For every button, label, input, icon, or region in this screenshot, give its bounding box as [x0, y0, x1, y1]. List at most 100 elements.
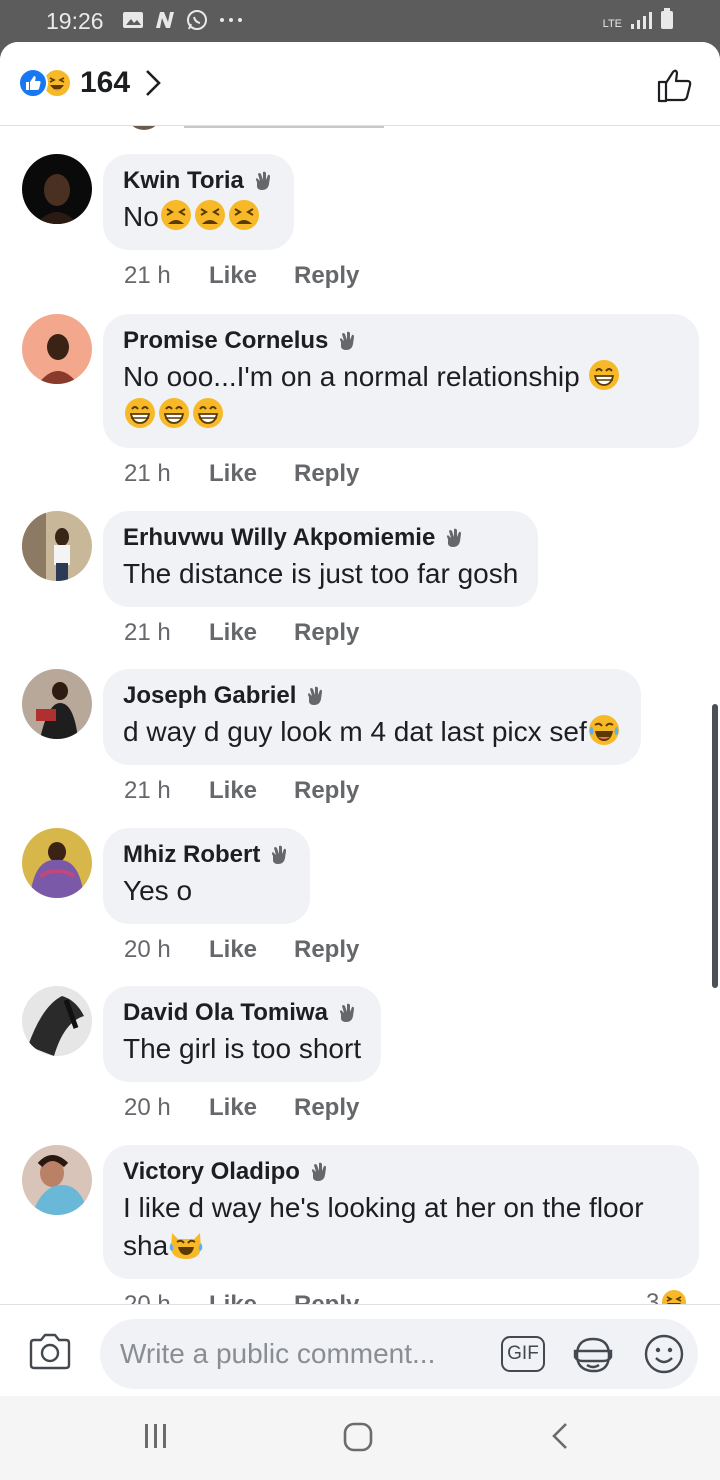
thumbs-up-icon[interactable] [656, 66, 694, 104]
status-bar: 19:26 LTE [0, 0, 720, 42]
whatsapp-icon [187, 10, 207, 30]
comment-composer: Write a public comment... GIF [0, 1304, 720, 1396]
like-button[interactable]: Like [209, 262, 294, 290]
author-name[interactable]: Erhuvwu Willy Akpomiemie [123, 523, 435, 553]
grinning-face-icon [589, 360, 620, 390]
joy-cat-icon [169, 1233, 203, 1259]
comment-text: No [123, 198, 274, 236]
comment-bubble[interactable]: Joseph Gabriel d way d guy look m 4 dat … [103, 669, 641, 765]
gallery-icon [123, 12, 143, 28]
recent-apps-icon[interactable] [142, 1422, 170, 1450]
emoji-icon[interactable] [643, 1333, 685, 1375]
avatar[interactable] [22, 511, 92, 581]
grinning-face-icon [125, 398, 155, 428]
comment-meta: 21 h Like Reply [124, 460, 359, 488]
author-name[interactable]: Joseph Gabriel [123, 681, 296, 711]
comment-author[interactable]: Mhiz Robert [123, 840, 290, 870]
comment-author[interactable]: Kwin Toria [123, 166, 274, 196]
reply-button[interactable]: Reply [294, 936, 359, 964]
more-notifications-icon [220, 18, 242, 22]
avatar[interactable] [22, 828, 92, 898]
author-name[interactable]: Victory Oladipo [123, 1157, 300, 1187]
comment-body: No [123, 201, 159, 232]
n-app-icon [156, 12, 174, 28]
wave-hand-icon [308, 686, 323, 705]
comment-bubble[interactable]: Victory Oladipo I like d way he's lookin… [103, 1145, 699, 1279]
comment-age: 21 h [124, 460, 171, 487]
camera-icon[interactable] [28, 1331, 72, 1371]
comment-reaction-count: 3 [646, 1289, 660, 1304]
comment-author[interactable]: Victory Oladipo [123, 1157, 679, 1187]
comment-age: 20 h [124, 936, 171, 963]
gif-button[interactable]: GIF [501, 1336, 545, 1372]
cut-off-text [184, 126, 384, 128]
like-button[interactable]: Like [209, 460, 294, 488]
author-name[interactable]: Mhiz Robert [123, 840, 260, 870]
avatar[interactable] [22, 154, 92, 224]
system-indicators: LTE [603, 8, 674, 30]
comment-body: The girl is too short [123, 1033, 362, 1064]
notification-icons [122, 9, 244, 31]
avatar[interactable] [22, 314, 92, 384]
author-name[interactable]: David Ola Tomiwa [123, 998, 328, 1028]
like-button[interactable]: Like [209, 1291, 294, 1304]
system-nav-bar [0, 1396, 720, 1480]
comment-age: 21 h [124, 777, 171, 804]
reply-button[interactable]: Reply [294, 1291, 359, 1304]
tired-face-icon [228, 200, 259, 230]
like-button[interactable]: Like [209, 1094, 294, 1122]
comment-text: I like d way he's looking at her on the … [123, 1189, 679, 1265]
comment-bubble[interactable]: Mhiz Robert Yes o [103, 828, 311, 924]
wave-hand-icon [447, 528, 462, 547]
home-icon[interactable] [342, 1421, 374, 1453]
avatar[interactable] [22, 669, 92, 739]
like-button[interactable]: Like [209, 619, 294, 647]
back-icon[interactable] [548, 1421, 572, 1451]
comment-text: Yes o [123, 872, 290, 910]
tired-face-icon [194, 200, 225, 230]
comment-body: d way d guy look m 4 dat last picx sef [123, 716, 587, 747]
sticker-icon[interactable] [571, 1333, 615, 1377]
comment-bubble[interactable]: Kwin Toria No [103, 154, 294, 250]
wave-hand-icon [311, 1162, 326, 1181]
comment-body: Yes o [123, 875, 193, 906]
chevron-right-icon [146, 70, 161, 96]
comment-meta: 20 h Like Reply [124, 936, 359, 964]
signal-icon [631, 12, 652, 29]
reply-button[interactable]: Reply [294, 262, 359, 290]
comment-reaction-summary[interactable]: 3 [646, 1289, 687, 1304]
comment-bubble[interactable]: Erhuvwu Willy Akpomiemie The distance is… [103, 511, 539, 607]
avatar [126, 126, 162, 130]
comment-text: The girl is too short [123, 1030, 361, 1068]
comment-author[interactable]: Erhuvwu Willy Akpomiemie [123, 523, 518, 553]
comment-age: 21 h [124, 262, 171, 289]
author-name[interactable]: Kwin Toria [123, 166, 244, 196]
comment-author[interactable]: Promise Cornelus [123, 326, 679, 356]
wave-hand-icon [255, 171, 270, 190]
reply-button[interactable]: Reply [294, 777, 359, 805]
like-reaction-icon [18, 68, 48, 98]
comment-bubble[interactable]: Promise Cornelus No ooo...I'm on a norma… [103, 314, 699, 448]
like-button[interactable]: Like [209, 777, 294, 805]
comment-list[interactable]: Kwin Toria No 21 h Like Reply Promise Co… [0, 126, 720, 1304]
network-type: LTE [602, 18, 622, 30]
comment-author[interactable]: David Ola Tomiwa [123, 998, 361, 1028]
comment-author[interactable]: Joseph Gabriel [123, 681, 621, 711]
comment-text: d way d guy look m 4 dat last picx sef [123, 713, 621, 751]
like-button[interactable]: Like [209, 936, 294, 964]
battery-icon [661, 8, 673, 29]
avatar[interactable] [22, 1145, 92, 1215]
avatar[interactable] [22, 986, 92, 1056]
author-name[interactable]: Promise Cornelus [123, 326, 328, 356]
wave-hand-icon [272, 845, 287, 864]
wave-hand-icon [339, 1003, 354, 1022]
reply-button[interactable]: Reply [294, 460, 359, 488]
scrollbar[interactable] [712, 704, 718, 988]
comment-meta: 20 h Like Reply [124, 1094, 359, 1122]
reaction-summary[interactable]: 164 [18, 66, 162, 100]
comment-bubble[interactable]: David Ola Tomiwa The girl is too short [103, 986, 382, 1082]
reply-button[interactable]: Reply [294, 1094, 359, 1122]
reply-button[interactable]: Reply [294, 619, 359, 647]
comment-text: No ooo...I'm on a normal relationship [123, 358, 679, 434]
tired-face-icon [160, 200, 191, 230]
